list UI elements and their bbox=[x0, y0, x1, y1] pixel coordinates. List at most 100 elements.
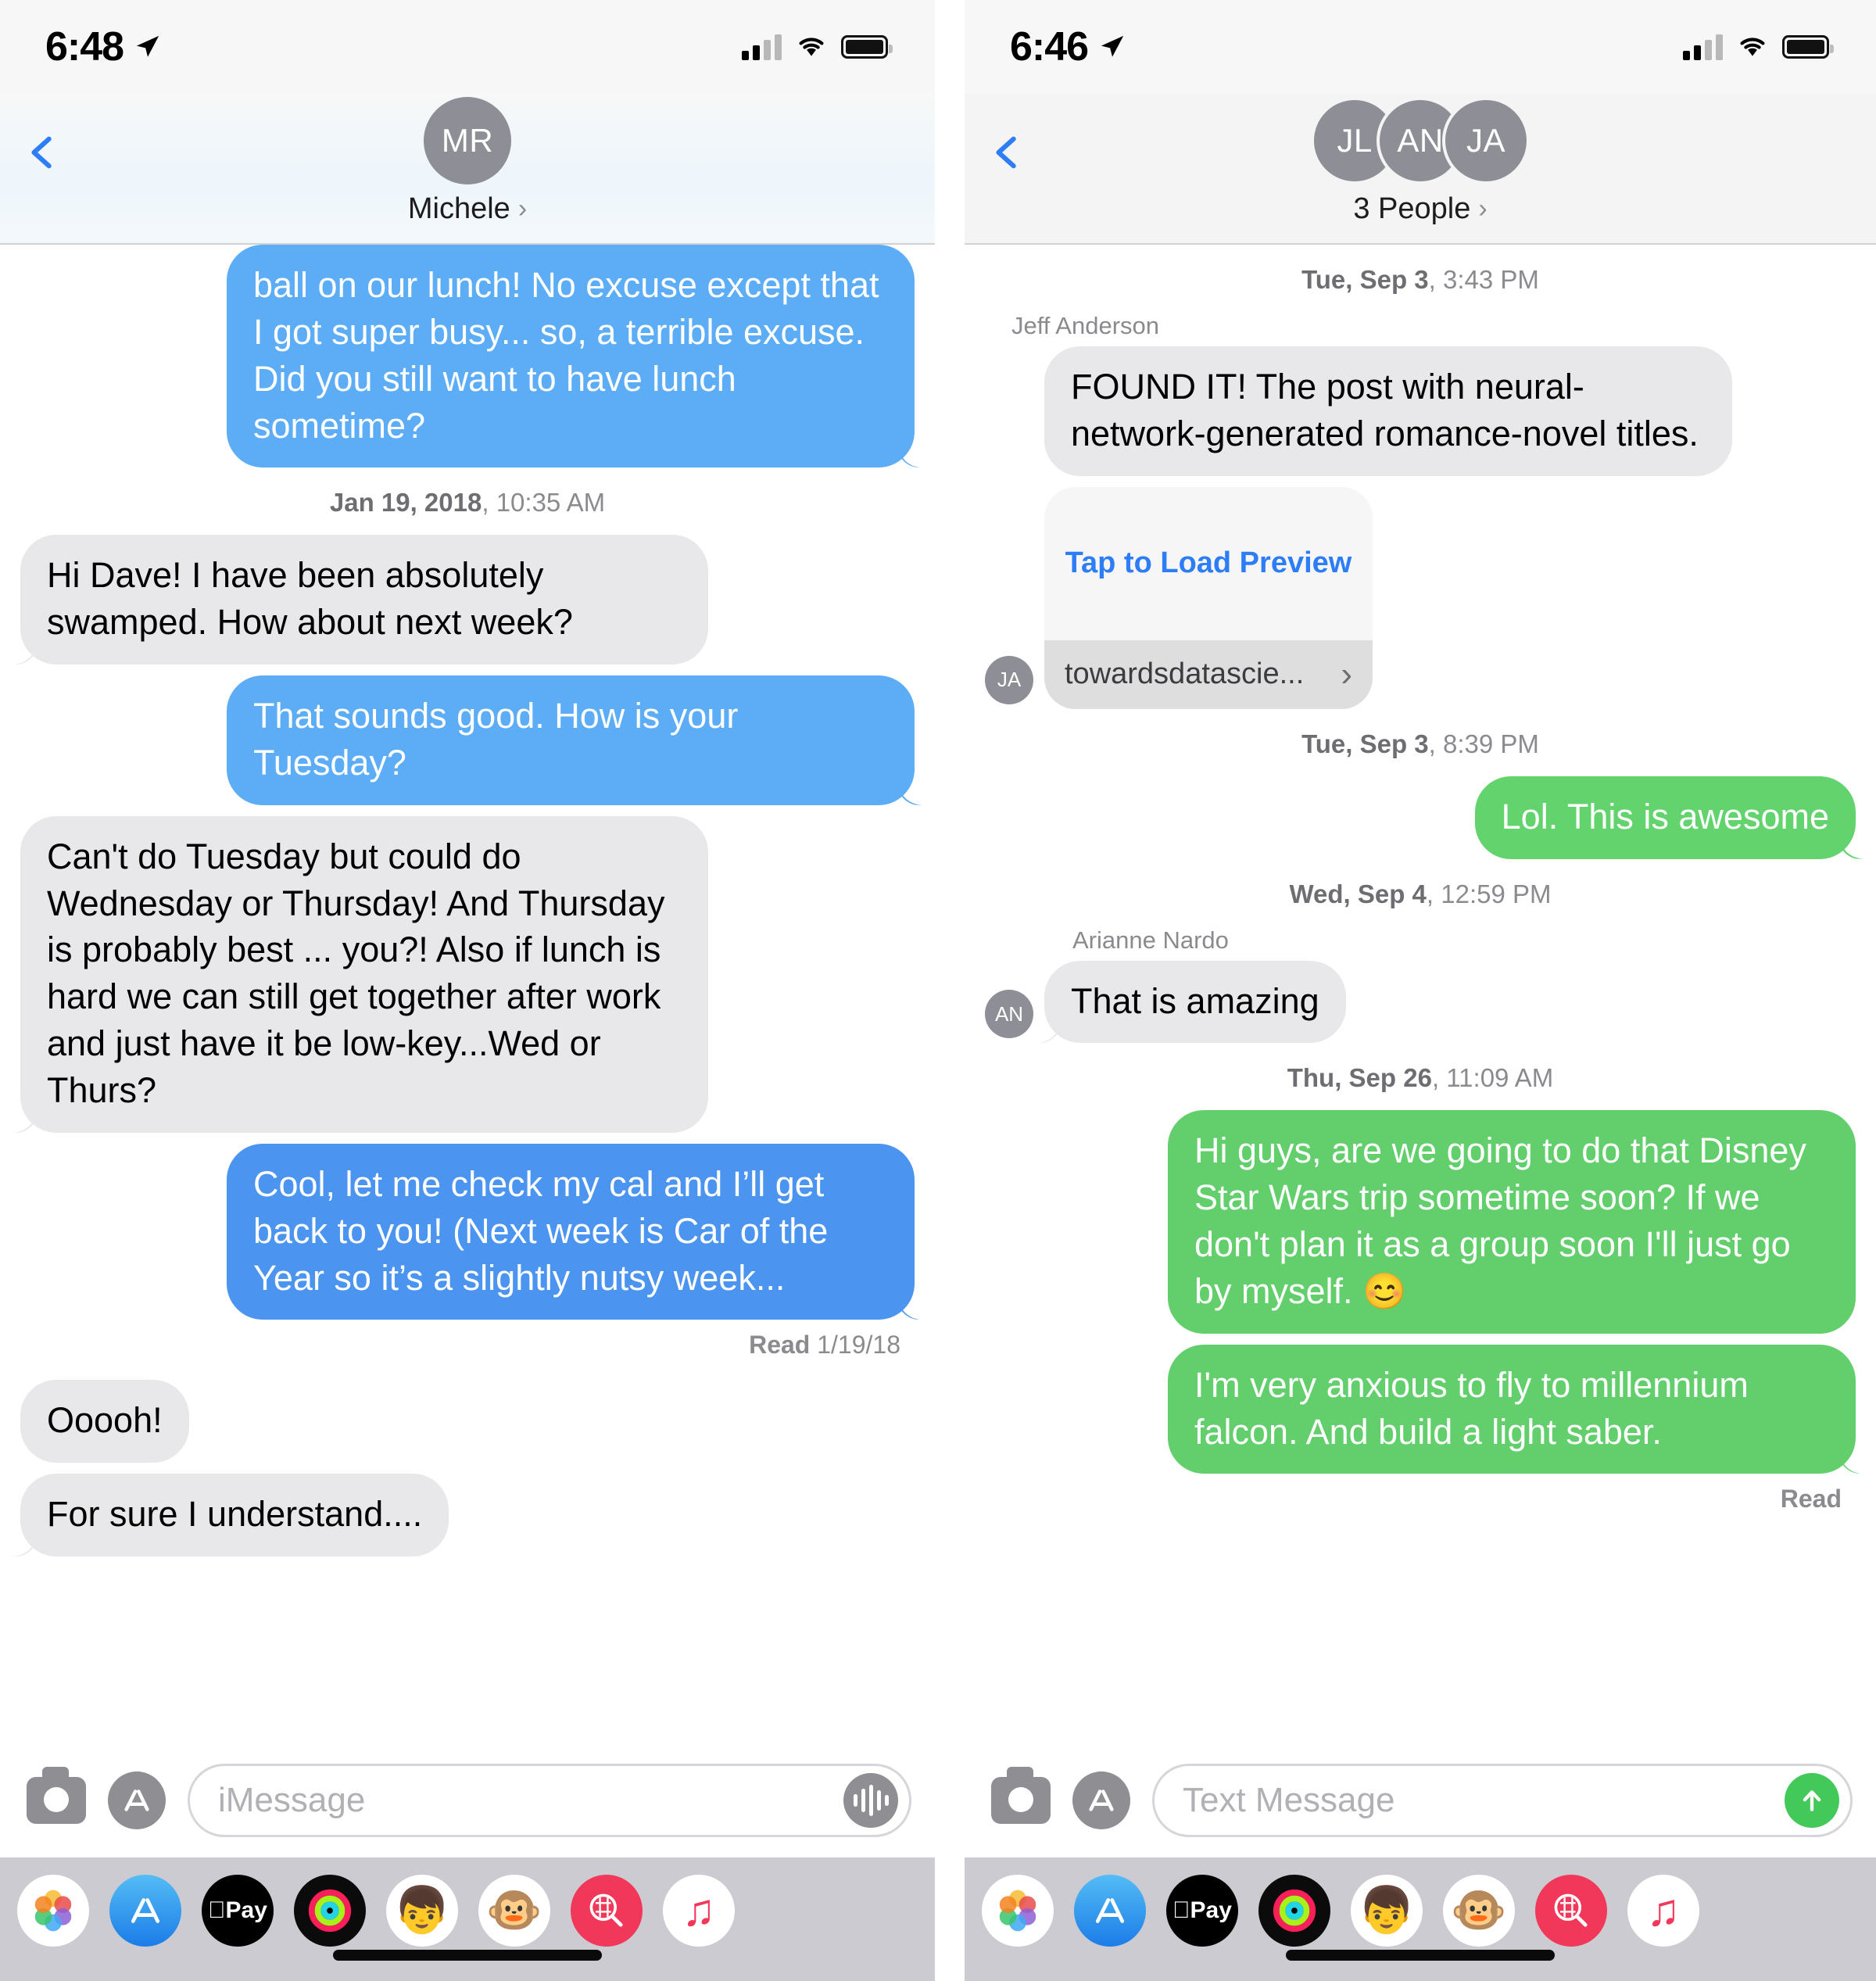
activity-app-icon[interactable] bbox=[294, 1875, 366, 1947]
photos-app-icon[interactable] bbox=[17, 1875, 89, 1947]
timestamp-date: Jan 19, 2018 bbox=[329, 488, 482, 518]
delivery-status: Read 1/19/18 bbox=[20, 1331, 900, 1359]
audio-waveform-icon[interactable] bbox=[843, 1773, 898, 1828]
message-bubble-outgoing[interactable]: That sounds good. How is your Tuesday? bbox=[227, 675, 915, 805]
activity-app-icon[interactable] bbox=[1258, 1875, 1330, 1947]
message-composer[interactable]: iMessage bbox=[0, 1746, 935, 1857]
apple-pay-app-icon[interactable]: Pay bbox=[1166, 1875, 1238, 1947]
battery-full-icon bbox=[841, 35, 893, 59]
timestamp-date: Tue, Sep 3 bbox=[1301, 265, 1429, 294]
camera-icon[interactable] bbox=[991, 1767, 1051, 1824]
app-store-app-icon[interactable] bbox=[109, 1875, 181, 1947]
photos-app-icon[interactable] bbox=[982, 1875, 1054, 1947]
timestamp-divider: Wed, Sep 4, 12:59 PM bbox=[985, 879, 1856, 909]
chevron-right-icon: › bbox=[1478, 194, 1488, 224]
tap-to-load-preview-link[interactable]: Tap to Load Preview bbox=[1065, 546, 1352, 580]
conversation-header: MR Michele › bbox=[0, 94, 935, 245]
message-bubble-incoming[interactable]: Can't do Tuesday but could do Wednesday … bbox=[20, 815, 708, 1133]
avatar[interactable]: JA bbox=[1442, 97, 1530, 184]
message-row[interactable]: Hi guys, are we going to do that Disney … bbox=[985, 1110, 1856, 1334]
message-input[interactable]: iMessage bbox=[188, 1764, 911, 1837]
message-bubble-outgoing[interactable]: Cool, let me check my cal and I’ll get b… bbox=[227, 1143, 915, 1320]
home-indicator bbox=[333, 1950, 602, 1961]
timestamp-time: 12:59 PM bbox=[1441, 879, 1552, 908]
group-name-button[interactable]: 3 People › bbox=[1353, 192, 1487, 226]
back-chevron-icon[interactable] bbox=[990, 134, 1026, 170]
contact-avatar-row[interactable]: MR bbox=[424, 97, 511, 184]
animoji-app-icon[interactable]: 🐵 bbox=[478, 1875, 550, 1947]
timestamp-sep: , bbox=[1426, 879, 1441, 908]
contact-name-button[interactable]: Michele › bbox=[408, 192, 527, 226]
message-input[interactable]: Text Message bbox=[1152, 1764, 1853, 1837]
memoji-app-icon[interactable]: 👦 bbox=[1351, 1875, 1423, 1947]
animoji-app-icon[interactable]: 🐵 bbox=[1443, 1875, 1515, 1947]
message-row[interactable]: For sure I understand.... bbox=[20, 1474, 915, 1557]
images-app-icon[interactable] bbox=[571, 1875, 643, 1947]
message-bubble-incoming[interactable]: Ooooh! bbox=[20, 1380, 189, 1463]
link-preview-footer[interactable]: towardsdatascie... › bbox=[1044, 639, 1373, 709]
message-row[interactable]: AN That is amazing bbox=[985, 960, 1856, 1044]
music-app-icon[interactable]: ♫ bbox=[663, 1875, 735, 1947]
message-thread[interactable]: Tue, Sep 3, 3:43 PM Jeff Anderson FOUND … bbox=[965, 245, 1876, 1746]
message-row[interactable]: Ooooh! bbox=[20, 1380, 915, 1463]
message-bubble-outgoing[interactable]: Lol. This is awesome bbox=[1474, 776, 1856, 859]
message-bubble-incoming[interactable]: Hi Dave! I have been absolutely swamped.… bbox=[20, 535, 708, 665]
timestamp-divider: Thu, Sep 26, 11:09 AM bbox=[985, 1063, 1856, 1093]
wifi-icon bbox=[796, 33, 827, 62]
message-row[interactable]: I'm very anxious to fly to millennium fa… bbox=[985, 1344, 1856, 1474]
chevron-right-icon: › bbox=[1341, 654, 1352, 693]
app-store-icon[interactable] bbox=[108, 1771, 166, 1829]
link-preview-body[interactable]: Tap to Load Preview bbox=[1044, 486, 1373, 640]
app-drawer-row[interactable]: Pay 👦 🐵 bbox=[965, 1875, 1876, 1947]
message-bubble-outgoing[interactable]: Hi guys, are we going to do that Disney … bbox=[1168, 1110, 1856, 1334]
back-chevron-icon[interactable] bbox=[25, 134, 61, 170]
message-row[interactable]: Can't do Tuesday but could do Wednesday … bbox=[20, 815, 915, 1133]
contact-name: Michele bbox=[407, 192, 510, 225]
app-store-icon[interactable] bbox=[1072, 1771, 1130, 1829]
timestamp-time: 11:09 AM bbox=[1446, 1063, 1554, 1093]
message-bubble-incoming[interactable]: For sure I understand.... bbox=[20, 1474, 449, 1557]
timestamp-date: Tue, Sep 3 bbox=[1301, 729, 1429, 758]
avatar[interactable]: JA bbox=[985, 655, 1033, 704]
app-store-app-icon[interactable] bbox=[1074, 1875, 1146, 1947]
message-row[interactable]: ball on our lunch! No excuse except that… bbox=[20, 245, 915, 468]
chevron-right-icon: › bbox=[517, 194, 528, 224]
message-bubble-incoming[interactable]: FOUND IT! The post with neural-network-g… bbox=[1044, 346, 1732, 476]
message-bubble-incoming[interactable]: That is amazing bbox=[1044, 960, 1346, 1044]
message-row-link-preview[interactable]: JA Tap to Load Preview towardsdatascie..… bbox=[985, 486, 1856, 709]
message-row[interactable]: Cool, let me check my cal and I’ll get b… bbox=[20, 1143, 915, 1320]
send-arrow-up-icon[interactable] bbox=[1785, 1773, 1839, 1828]
timestamp-time: 10:35 AM bbox=[496, 488, 606, 518]
message-row[interactable]: FOUND IT! The post with neural-network-g… bbox=[985, 346, 1856, 476]
cellular-signal-icon bbox=[742, 34, 782, 60]
cellular-signal-icon bbox=[1683, 34, 1723, 60]
message-row[interactable]: Lol. This is awesome bbox=[985, 776, 1856, 859]
status-bar: 6:46 bbox=[965, 0, 1876, 94]
timestamp-divider: Jan 19, 2018, 10:35 AM bbox=[20, 488, 915, 518]
message-row[interactable]: That sounds good. How is your Tuesday? bbox=[20, 675, 915, 805]
link-preview-card[interactable]: Tap to Load Preview towardsdatascie... › bbox=[1044, 486, 1373, 709]
memoji-app-icon[interactable]: 👦 bbox=[386, 1875, 458, 1947]
message-thread[interactable]: ball on our lunch! No excuse except that… bbox=[0, 245, 935, 1746]
message-bubble-outgoing[interactable]: I'm very anxious to fly to millennium fa… bbox=[1168, 1344, 1856, 1474]
link-preview-url: towardsdatascie... bbox=[1065, 657, 1305, 691]
message-row[interactable]: Hi Dave! I have been absolutely swamped.… bbox=[20, 535, 915, 665]
status-time: 6:48 bbox=[45, 24, 124, 70]
avatar[interactable]: AN bbox=[985, 990, 1033, 1039]
group-avatar-row[interactable]: JL AN JA bbox=[1311, 97, 1530, 184]
message-input-placeholder: iMessage bbox=[218, 1781, 366, 1819]
timestamp-time: 8:39 PM bbox=[1443, 729, 1539, 758]
message-bubble-outgoing[interactable]: ball on our lunch! No excuse except that… bbox=[227, 245, 915, 468]
apple-pay-app-icon[interactable]: Pay bbox=[202, 1875, 274, 1947]
location-arrow-icon bbox=[134, 34, 161, 60]
camera-icon[interactable] bbox=[27, 1767, 86, 1824]
app-drawer-row[interactable]: Pay 👦 🐵 bbox=[0, 1875, 935, 1947]
message-composer[interactable]: Text Message bbox=[965, 1746, 1876, 1857]
music-app-icon[interactable]: ♫ bbox=[1627, 1875, 1699, 1947]
status-bar-left: 6:48 bbox=[45, 23, 161, 70]
images-app-icon[interactable] bbox=[1535, 1875, 1607, 1947]
right-phone-screen: 6:46 JL AN JA 3 People › Tue, Sep 3, 3:4… bbox=[965, 0, 1876, 1981]
avatar[interactable]: MR bbox=[424, 97, 511, 184]
app-drawer[interactable]: Pay 👦 🐵 bbox=[965, 1857, 1876, 1981]
app-drawer[interactable]: Pay 👦 🐵 bbox=[0, 1857, 935, 1981]
